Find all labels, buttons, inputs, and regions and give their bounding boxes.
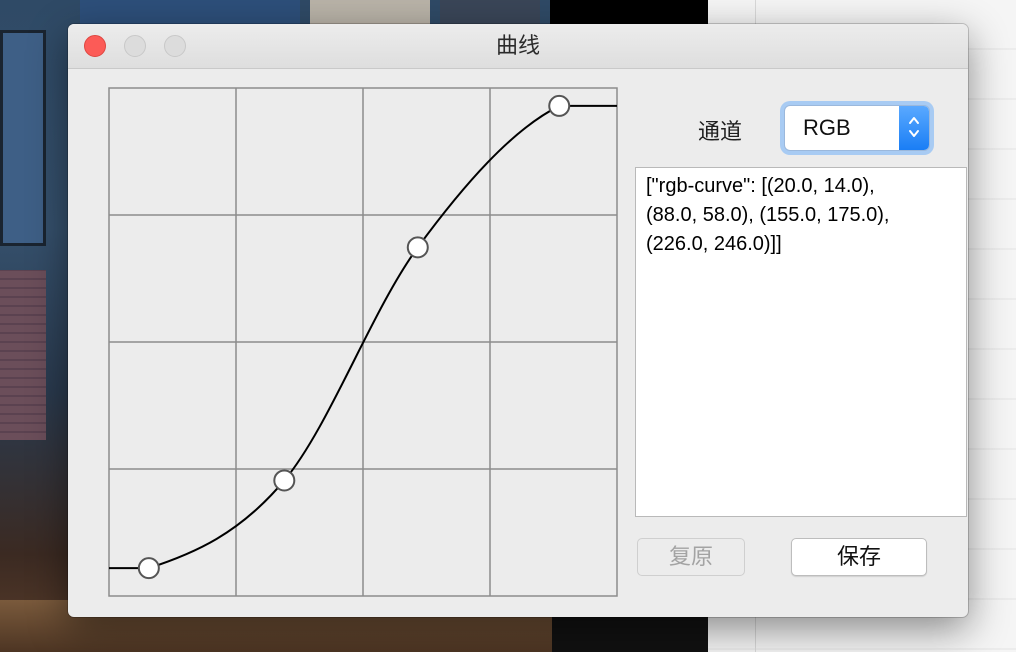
channel-label: 通道 — [698, 119, 743, 144]
save-button[interactable]: 保存 — [791, 538, 927, 576]
background-element — [550, 0, 708, 24]
curve-control-point[interactable] — [273, 469, 296, 492]
curve-canvas[interactable] — [108, 87, 618, 597]
title-bar: 曲线 — [68, 24, 968, 69]
curves-dialog: 曲线 通道 RGB ["rgb-curve": [(20.0, 14.0), (… — [68, 24, 968, 617]
background-element — [310, 0, 430, 24]
curve-control-point[interactable] — [137, 557, 160, 580]
channel-selected-value: RGB — [803, 115, 851, 140]
chevron-up-down-icon — [909, 117, 919, 137]
background-brick-wall — [0, 270, 46, 440]
background-window — [0, 30, 46, 246]
up-down-chevron-icon[interactable] — [899, 106, 929, 150]
background-element — [440, 0, 540, 24]
curve-output-text[interactable]: ["rgb-curve": [(20.0, 14.0), (88.0, 58.0… — [635, 167, 967, 517]
window-title: 曲线 — [495, 33, 540, 58]
background-element — [80, 0, 300, 24]
curve-control-point[interactable] — [406, 236, 429, 259]
channel-select[interactable]: RGB — [780, 101, 934, 155]
curve-editor[interactable] — [108, 87, 618, 597]
channel-select-field[interactable]: RGB — [784, 105, 930, 151]
reset-button[interactable]: 复原 — [637, 538, 745, 576]
curve-control-point[interactable] — [548, 94, 571, 117]
